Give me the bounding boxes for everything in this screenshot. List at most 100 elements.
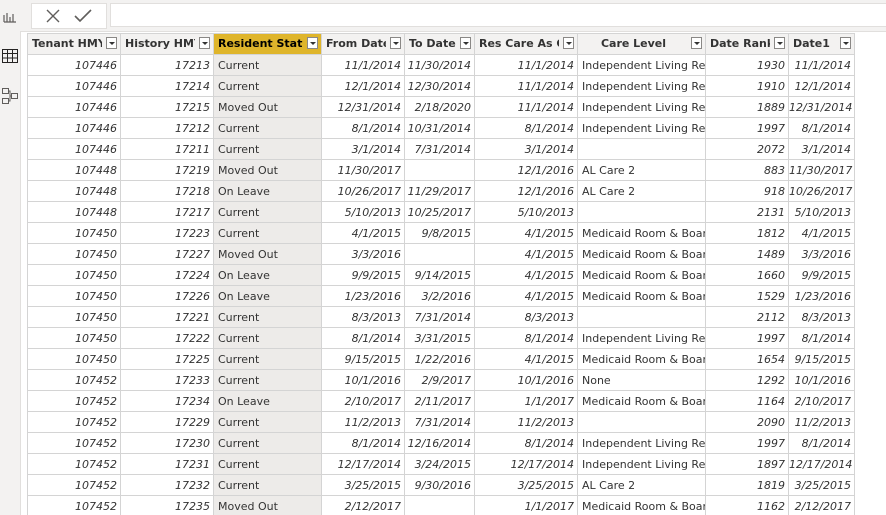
cell-tenant-hmy[interactable]: 107448 (27, 180, 121, 202)
cell-resident-status[interactable]: On Leave (213, 390, 322, 412)
cell-res-care-as-of[interactable]: 8/1/2014 (474, 117, 578, 139)
filter-dropdown-icon[interactable] (774, 37, 785, 49)
cell-date1[interactable]: 8/1/2014 (788, 432, 855, 454)
cell-res-care-as-of[interactable]: 4/1/2015 (474, 222, 578, 244)
cell-date1[interactable]: 8/1/2014 (788, 117, 855, 139)
cell-to-date[interactable]: 2/18/2020 (404, 96, 475, 118)
cell-resident-status[interactable]: Current (213, 411, 322, 433)
cell-res-care-as-of[interactable]: 1/1/2017 (474, 390, 578, 412)
cell-resident-status[interactable]: Current (213, 75, 322, 97)
cell-care-level[interactable]: Independent Living Rent (577, 453, 706, 475)
cell-res-care-as-of[interactable]: 8/1/2014 (474, 432, 578, 454)
cell-date-rank[interactable]: 1897 (705, 453, 789, 475)
column-header-from-date[interactable]: From Date (321, 33, 405, 55)
cell-to-date[interactable]: 7/31/2014 (404, 138, 475, 160)
cell-care-level[interactable]: Independent Living Rent (577, 54, 706, 76)
cell-date1[interactable]: 8/1/2014 (788, 327, 855, 349)
cell-resident-status[interactable]: Current (213, 453, 322, 475)
cell-resident-status[interactable]: Current (213, 432, 322, 454)
cell-from-date[interactable]: 12/31/2014 (321, 96, 405, 118)
filter-dropdown-icon[interactable] (390, 37, 401, 49)
column-header-history-hmy[interactable]: History HMY (120, 33, 214, 55)
cell-from-date[interactable]: 11/2/2013 (321, 411, 405, 433)
cell-care-level[interactable] (577, 306, 706, 328)
cell-from-date[interactable]: 3/25/2015 (321, 474, 405, 496)
cell-res-care-as-of[interactable]: 4/1/2015 (474, 285, 578, 307)
cell-history-hmy[interactable]: 17233 (120, 369, 214, 391)
commit-button[interactable] (68, 4, 98, 28)
cell-to-date[interactable]: 12/30/2014 (404, 75, 475, 97)
cell-date1[interactable]: 12/1/2014 (788, 75, 855, 97)
filter-dropdown-icon[interactable] (106, 37, 117, 49)
cell-date-rank[interactable]: 1654 (705, 348, 789, 370)
cell-history-hmy[interactable]: 17219 (120, 159, 214, 181)
cell-care-level[interactable]: Medicaid Room & Board (577, 222, 706, 244)
cell-care-level[interactable]: Medicaid Room & Board (577, 264, 706, 286)
cell-history-hmy[interactable]: 17212 (120, 117, 214, 139)
cell-care-level[interactable]: Medicaid Room & Board (577, 285, 706, 307)
cell-tenant-hmy[interactable]: 107446 (27, 117, 121, 139)
column-header-tenant-hmy[interactable]: Tenant HMY (27, 33, 121, 55)
cell-resident-status[interactable]: Moved Out (213, 243, 322, 265)
cell-date-rank[interactable]: 2112 (705, 306, 789, 328)
cell-care-level[interactable]: AL Care 2 (577, 180, 706, 202)
column-header-care-level[interactable]: Care Level (577, 33, 706, 55)
filter-dropdown-icon[interactable] (307, 37, 318, 49)
cell-tenant-hmy[interactable]: 107452 (27, 453, 121, 475)
cell-tenant-hmy[interactable]: 107452 (27, 411, 121, 433)
cell-date1[interactable]: 3/3/2016 (788, 243, 855, 265)
cell-from-date[interactable]: 8/1/2014 (321, 327, 405, 349)
cell-from-date[interactable]: 1/23/2016 (321, 285, 405, 307)
cell-to-date[interactable] (404, 495, 475, 515)
cell-date1[interactable]: 4/1/2015 (788, 222, 855, 244)
cell-resident-status[interactable]: Current (213, 474, 322, 496)
cell-date1[interactable]: 12/31/2014 (788, 96, 855, 118)
cell-tenant-hmy[interactable]: 107448 (27, 159, 121, 181)
cell-date-rank[interactable]: 1997 (705, 117, 789, 139)
cell-resident-status[interactable]: Current (213, 306, 322, 328)
cell-to-date[interactable]: 11/30/2014 (404, 54, 475, 76)
cell-history-hmy[interactable]: 17211 (120, 138, 214, 160)
cell-date-rank[interactable]: 2090 (705, 411, 789, 433)
cell-care-level[interactable]: AL Care 2 (577, 474, 706, 496)
cell-from-date[interactable]: 8/3/2013 (321, 306, 405, 328)
cell-history-hmy[interactable]: 17234 (120, 390, 214, 412)
cell-resident-status[interactable]: Current (213, 327, 322, 349)
cell-tenant-hmy[interactable]: 107450 (27, 222, 121, 244)
cell-care-level[interactable]: Independent Living Rent (577, 96, 706, 118)
cell-resident-status[interactable]: Current (213, 54, 322, 76)
filter-dropdown-icon[interactable] (563, 37, 574, 49)
cell-history-hmy[interactable]: 17217 (120, 201, 214, 223)
cell-care-level[interactable]: Medicaid Room & Board (577, 348, 706, 370)
cell-date1[interactable]: 2/10/2017 (788, 390, 855, 412)
cell-tenant-hmy[interactable]: 107450 (27, 243, 121, 265)
cell-date1[interactable]: 11/2/2013 (788, 411, 855, 433)
cell-date1[interactable]: 11/30/2017 (788, 159, 855, 181)
cell-date-rank[interactable]: 1997 (705, 327, 789, 349)
cell-history-hmy[interactable]: 17218 (120, 180, 214, 202)
cell-res-care-as-of[interactable]: 12/1/2016 (474, 180, 578, 202)
cell-date-rank[interactable]: 2072 (705, 138, 789, 160)
cell-resident-status[interactable]: Current (213, 138, 322, 160)
cell-to-date[interactable]: 10/25/2017 (404, 201, 475, 223)
cell-res-care-as-of[interactable]: 5/10/2013 (474, 201, 578, 223)
column-header-resident-status[interactable]: Resident Status (213, 33, 322, 55)
cell-date1[interactable]: 11/1/2014 (788, 54, 855, 76)
cell-from-date[interactable]: 4/1/2015 (321, 222, 405, 244)
cell-from-date[interactable]: 8/1/2014 (321, 432, 405, 454)
filter-dropdown-icon[interactable] (691, 37, 702, 49)
cell-res-care-as-of[interactable]: 11/2/2013 (474, 411, 578, 433)
cell-date1[interactable]: 3/25/2015 (788, 474, 855, 496)
cell-care-level[interactable]: Independent Living Rent (577, 117, 706, 139)
cell-resident-status[interactable]: Moved Out (213, 96, 322, 118)
cell-to-date[interactable] (404, 243, 475, 265)
cell-date1[interactable]: 9/15/2015 (788, 348, 855, 370)
cell-tenant-hmy[interactable]: 107452 (27, 432, 121, 454)
cell-care-level[interactable] (577, 411, 706, 433)
cell-date-rank[interactable]: 1930 (705, 54, 789, 76)
cell-resident-status[interactable]: Current (213, 222, 322, 244)
cell-history-hmy[interactable]: 17232 (120, 474, 214, 496)
cell-history-hmy[interactable]: 17227 (120, 243, 214, 265)
cell-from-date[interactable]: 3/3/2016 (321, 243, 405, 265)
cell-history-hmy[interactable]: 17222 (120, 327, 214, 349)
